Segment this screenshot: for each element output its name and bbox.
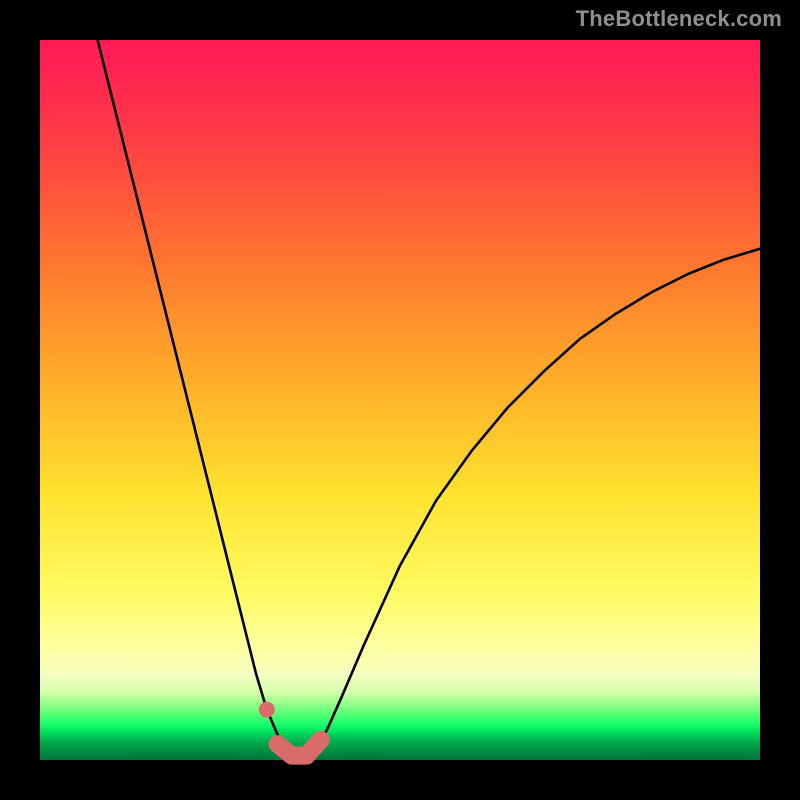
marker-dot — [259, 702, 275, 718]
bottleneck-curve — [40, 40, 760, 760]
plot-area — [40, 40, 760, 760]
flat-region-highlight — [278, 740, 321, 756]
watermark-text: TheBottleneck.com — [576, 6, 782, 32]
curve-path — [98, 40, 760, 757]
chart-root: TheBottleneck.com — [0, 0, 800, 800]
